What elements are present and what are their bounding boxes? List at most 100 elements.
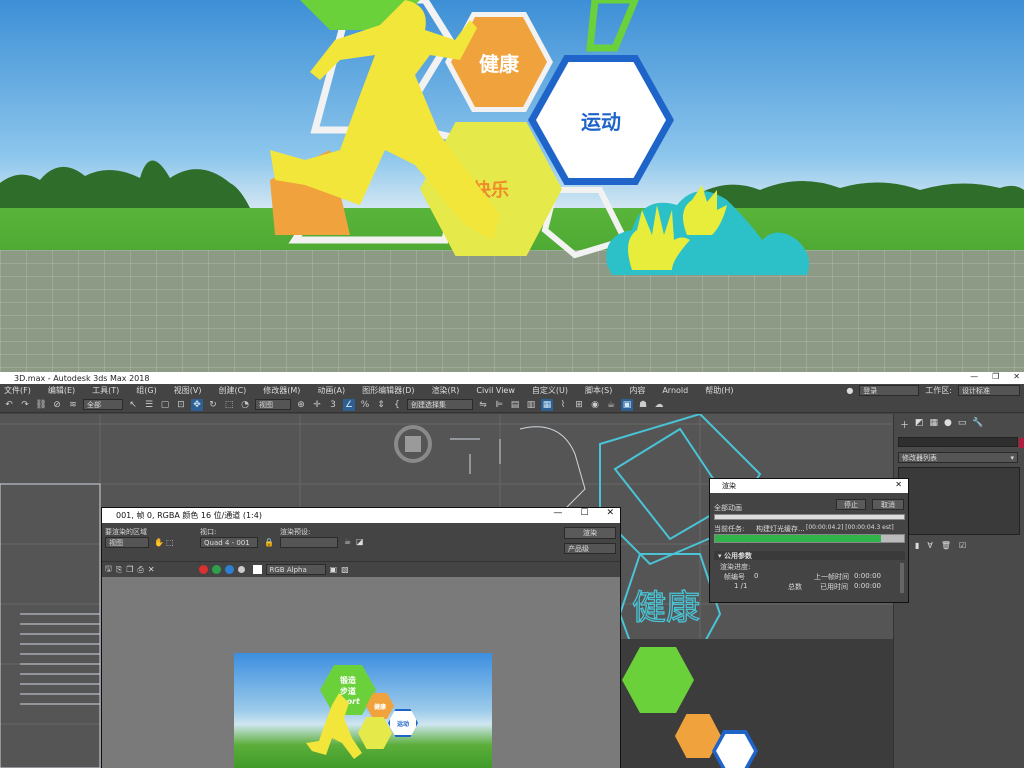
minimize-icon[interactable]: —: [970, 372, 978, 381]
named-selection-sets-dropdown[interactable]: 创建选择集: [407, 399, 473, 410]
scene-explorer-icon[interactable]: ▤: [509, 399, 521, 411]
remove-modifier-icon[interactable]: 🗑: [941, 541, 951, 550]
select-by-name-icon[interactable]: ☰: [143, 399, 155, 411]
menu-content[interactable]: 内容: [629, 385, 645, 396]
material-editor-icon[interactable]: ◉: [589, 399, 601, 411]
viewport-dropdown[interactable]: Quad 4 - 001: [200, 537, 258, 548]
link-icon[interactable]: ⛓: [35, 399, 47, 411]
select-object-icon[interactable]: ↖: [127, 399, 139, 411]
auto-region-icon[interactable]: ⬚: [166, 538, 174, 547]
toggle-ui-icon[interactable]: ▣: [330, 565, 338, 574]
edit-region-icon[interactable]: ✋: [154, 538, 164, 547]
menu-create[interactable]: 创建(C): [218, 385, 246, 396]
menu-animation[interactable]: 动画(A): [317, 385, 345, 396]
blue-channel-icon[interactable]: [224, 565, 234, 574]
common-params-rollout[interactable]: ▾ 公用参数: [714, 551, 905, 560]
angle-snap-icon[interactable]: ∠: [343, 398, 355, 411]
keyboard-shortcut-icon[interactable]: ✛: [311, 399, 323, 411]
area-to-render-dropdown[interactable]: 视图: [105, 537, 149, 548]
scale-icon[interactable]: ⬚: [223, 399, 235, 411]
render-in-cloud-icon[interactable]: ☁: [653, 399, 665, 411]
dialog-scrollbar[interactable]: [900, 563, 904, 593]
menu-help[interactable]: 帮助(H): [705, 385, 733, 396]
menu-file[interactable]: 文件(F): [4, 385, 31, 396]
bind-space-warp-icon[interactable]: ≋: [67, 399, 79, 411]
menu-group[interactable]: 组(G): [136, 385, 156, 396]
close-icon[interactable]: ✕: [1013, 372, 1020, 381]
curve-editor-icon[interactable]: ⌇: [557, 399, 569, 411]
mirror-icon[interactable]: ⇋: [477, 399, 489, 411]
object-color-swatch[interactable]: [1019, 438, 1024, 448]
reference-coord-dropdown[interactable]: 视图: [255, 399, 291, 410]
rotate-icon[interactable]: ↻: [207, 399, 219, 411]
vfb-minimize-icon[interactable]: —: [553, 508, 562, 518]
save-image-icon[interactable]: 🖫: [105, 563, 112, 577]
pause-button[interactable]: 停止: [836, 499, 866, 510]
schematic-view-icon[interactable]: ⊞: [573, 399, 585, 411]
make-unique-icon[interactable]: ∀: [927, 541, 932, 550]
spinner-snap-icon[interactable]: ⇕: [375, 399, 387, 411]
display-tab-icon[interactable]: ▭: [958, 418, 967, 431]
menu-rendering[interactable]: 渲染(R): [432, 385, 460, 396]
selection-filter-dropdown[interactable]: 全部: [83, 399, 123, 410]
workspace-dropdown[interactable]: 设计标准: [958, 385, 1020, 396]
menu-customize[interactable]: 自定义(U): [532, 385, 568, 396]
render-setup-icon[interactable]: ☕: [344, 537, 351, 546]
vfb-maximize-icon[interactable]: ☐: [580, 508, 588, 518]
green-channel-icon[interactable]: [211, 565, 221, 574]
hierarchy-tab-icon[interactable]: ▦: [930, 418, 939, 431]
modifier-list-dropdown[interactable]: 修改器列表 ▾: [898, 452, 1018, 463]
render-button[interactable]: 渲染: [564, 527, 616, 539]
modify-tab-icon[interactable]: ◩: [915, 418, 924, 431]
lock-icon[interactable]: 🔒: [264, 538, 274, 547]
menu-modifiers[interactable]: 修改器(M): [263, 385, 300, 396]
copy-image-icon[interactable]: ⎘: [116, 565, 122, 575]
restore-icon[interactable]: ❐: [992, 372, 999, 381]
move-icon[interactable]: ✥: [191, 398, 203, 411]
print-image-icon[interactable]: ⎙: [137, 565, 143, 575]
rect-selection-icon[interactable]: ▢: [159, 399, 171, 411]
window-crossing-icon[interactable]: ⊡: [175, 399, 187, 411]
pivot-icon[interactable]: ⊕: [295, 399, 307, 411]
clear-icon[interactable]: ✕: [148, 565, 155, 574]
image-info-icon[interactable]: ▧: [341, 565, 349, 574]
placement-icon[interactable]: ◔: [239, 399, 251, 411]
configure-sets-icon[interactable]: ☑: [959, 541, 966, 550]
align-icon[interactable]: ⊫: [493, 399, 505, 411]
monochrome-icon[interactable]: [252, 565, 262, 574]
render-mode-dropdown[interactable]: 产品级: [564, 543, 616, 554]
rendered-frame-window-icon[interactable]: ▣: [621, 398, 633, 411]
menu-arnold[interactable]: Arnold: [662, 386, 688, 395]
menu-scripting[interactable]: 脚本(S): [585, 385, 612, 396]
unlink-icon[interactable]: ⊘: [51, 399, 63, 411]
show-end-result-icon[interactable]: ▮: [915, 541, 919, 550]
menu-tools[interactable]: 工具(T): [92, 385, 119, 396]
menu-civil-view[interactable]: Civil View: [476, 386, 515, 395]
render-dialog-close-icon[interactable]: ✕: [895, 480, 902, 489]
ribbon-toggle-icon[interactable]: ▦: [541, 398, 553, 411]
alpha-channel-icon[interactable]: [237, 566, 245, 573]
undo-icon[interactable]: ↶: [3, 399, 15, 411]
snaps-toggle-icon[interactable]: 3: [327, 399, 339, 411]
menu-view[interactable]: 视图(V): [174, 385, 202, 396]
percent-snap-icon[interactable]: %: [359, 399, 371, 411]
modifier-stack[interactable]: [898, 467, 1020, 535]
motion-tab-icon[interactable]: ●: [944, 418, 952, 431]
render-production-icon[interactable]: ☗: [637, 399, 649, 411]
menu-edit[interactable]: 编辑(E): [48, 385, 75, 396]
create-tab-icon[interactable]: ＋: [900, 418, 909, 431]
render-preset-dropdown[interactable]: [280, 537, 338, 548]
vfb-image-area[interactable]: 锻造 步道 sport 健康 运动: [102, 577, 620, 768]
channel-dropdown[interactable]: RGB Alpha: [265, 564, 326, 575]
vfb-close-icon[interactable]: ✕: [606, 508, 614, 518]
clone-frame-icon[interactable]: ❐: [126, 565, 133, 574]
login-dropdown[interactable]: 登录: [859, 385, 920, 396]
layer-explorer-icon[interactable]: ▥: [525, 399, 537, 411]
object-name-field[interactable]: [898, 437, 1024, 448]
render-setup-icon[interactable]: ☕: [605, 399, 617, 411]
edit-named-sets-icon[interactable]: {: [391, 399, 403, 411]
redo-icon[interactable]: ↷: [19, 399, 31, 411]
environment-icon[interactable]: ◪: [356, 537, 364, 546]
utilities-tab-icon[interactable]: 🔧: [972, 418, 983, 431]
menu-graph-editors[interactable]: 图形编辑器(D): [362, 385, 414, 396]
